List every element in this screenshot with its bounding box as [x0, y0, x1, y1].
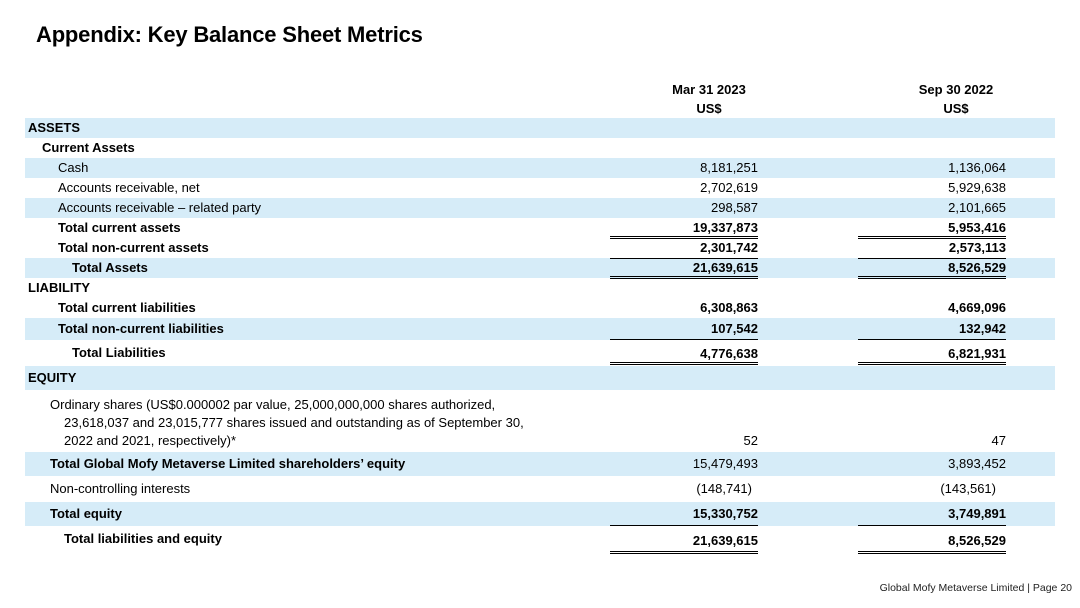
- value-sep-2022: 47: [991, 433, 1006, 448]
- row-noncontrolling-interests: Non-controlling interests (148,741) (143…: [25, 476, 1055, 502]
- value-sep-2022: 6,821,931: [858, 340, 1006, 365]
- value-mar-2023: 107,542: [610, 318, 758, 340]
- row-total-current-liabilities: Total current liabilities 6,308,863 4,66…: [25, 298, 1055, 318]
- value-sep-2022: 8,526,529: [858, 526, 1006, 554]
- row-shareholders-equity: Total Global Mofy Metaverse Limited shar…: [25, 452, 1055, 476]
- row-label: Total current assets: [58, 220, 181, 235]
- value-sep-2022: 8,526,529: [858, 258, 1006, 279]
- row-label: Total current liabilities: [58, 300, 196, 315]
- balance-sheet-table: ASSETS Current Assets Cash 8,181,251 1,1…: [25, 118, 1055, 554]
- row-label: Total liabilities and equity: [64, 531, 222, 546]
- column-date: Sep 30 2022: [918, 82, 994, 97]
- row-label: Total Liabilities: [72, 345, 166, 360]
- row-label: Ordinary shares (US$0.000002 par value, …: [50, 396, 524, 450]
- row-label: Accounts receivable – related party: [58, 200, 262, 215]
- value-mar-2023: 2,301,742: [700, 240, 758, 255]
- value-mar-2023: 298,587: [711, 200, 758, 215]
- value-mar-2023: 19,337,873: [610, 218, 758, 237]
- row-total-noncurrent-liabilities: Total non-current liabilities 107,542 13…: [25, 318, 1055, 340]
- row-label: Total Global Mofy Metaverse Limited shar…: [50, 456, 406, 471]
- row-total-equity: Total equity 15,330,752 3,749,891: [25, 502, 1055, 526]
- column-date: Mar 31 2023: [672, 82, 746, 97]
- page-footer: Global Mofy Metaverse Limited | Page 20: [879, 582, 1072, 594]
- label-line: 2022 and 2021, respectively)*: [64, 433, 237, 448]
- section-equity: EQUITY: [25, 366, 1055, 390]
- value-sep-2022: 132,942: [858, 318, 1006, 340]
- value-mar-2023: 52: [743, 433, 758, 448]
- section-assets: ASSETS: [25, 118, 1055, 138]
- row-accounts-receivable-related: Accounts receivable – related party 298,…: [25, 198, 1055, 218]
- value-mar-2023: 2,702,619: [700, 180, 758, 195]
- row-ordinary-shares: Ordinary shares (US$0.000002 par value, …: [25, 390, 1055, 452]
- row-total-liabilities-and-equity: Total liabilities and equity 21,639,615 …: [25, 526, 1055, 554]
- value-mar-2023: 4,776,638: [610, 340, 758, 365]
- row-label: Total non-current liabilities: [58, 321, 224, 336]
- row-label: Accounts receivable, net: [58, 180, 200, 195]
- value-mar-2023: (148,741): [696, 481, 752, 496]
- row-label: ASSETS: [28, 120, 81, 135]
- row-accounts-receivable-net: Accounts receivable, net 2,702,619 5,929…: [25, 178, 1055, 198]
- row-total-current-assets: Total current assets 19,337,873 5,953,41…: [25, 218, 1055, 238]
- row-label: EQUITY: [28, 370, 77, 385]
- value-mar-2023: 8,181,251: [700, 160, 758, 175]
- row-label: LIABILITY: [28, 280, 91, 295]
- label-line: 23,618,037 and 23,015,777 shares issued …: [64, 415, 524, 430]
- label-line: Ordinary shares (US$0.000002 par value, …: [50, 397, 496, 412]
- value-sep-2022: 5,929,638: [948, 180, 1006, 195]
- column-unit: US$: [943, 101, 969, 116]
- value-sep-2022: 1,136,064: [948, 160, 1006, 175]
- value-sep-2022: 2,101,665: [948, 200, 1006, 215]
- value-mar-2023: 15,479,493: [692, 456, 758, 471]
- row-label: Total equity: [50, 506, 122, 521]
- subsection-current-assets: Current Assets: [25, 138, 1055, 158]
- column-header-mar-2023: Mar 31 2023 US$: [629, 80, 789, 118]
- value-mar-2023: 21,639,615: [610, 526, 758, 554]
- value-sep-2022: 2,573,113: [948, 240, 1006, 255]
- value-sep-2022: 3,893,452: [948, 456, 1006, 471]
- row-label: Cash: [58, 160, 89, 175]
- value-sep-2022: 3,749,891: [858, 502, 1006, 526]
- section-liability: LIABILITY: [25, 278, 1055, 298]
- row-label: Total non-current assets: [58, 240, 209, 255]
- value-mar-2023: 6,308,863: [700, 300, 758, 315]
- value-sep-2022: (143,561): [940, 481, 996, 496]
- page-title: Appendix: Key Balance Sheet Metrics: [36, 22, 423, 47]
- value-sep-2022: 4,669,096: [948, 300, 1006, 315]
- column-header-sep-2022: Sep 30 2022 US$: [876, 80, 1036, 118]
- row-label: Current Assets: [42, 140, 135, 155]
- value-mar-2023: 15,330,752: [610, 502, 758, 526]
- row-label: Non-controlling interests: [50, 481, 191, 496]
- row-total-liabilities: Total Liabilities 4,776,638 6,821,931: [25, 340, 1055, 366]
- value-mar-2023: 21,639,615: [610, 258, 758, 279]
- value-sep-2022: 5,953,416: [858, 218, 1006, 237]
- row-label: Total Assets: [72, 260, 148, 275]
- column-unit: US$: [696, 101, 722, 116]
- row-total-noncurrent-assets: Total non-current assets 2,301,742 2,573…: [25, 238, 1055, 258]
- row-total-assets: Total Assets 21,639,615 8,526,529: [25, 258, 1055, 279]
- row-cash: Cash 8,181,251 1,136,064: [25, 158, 1055, 178]
